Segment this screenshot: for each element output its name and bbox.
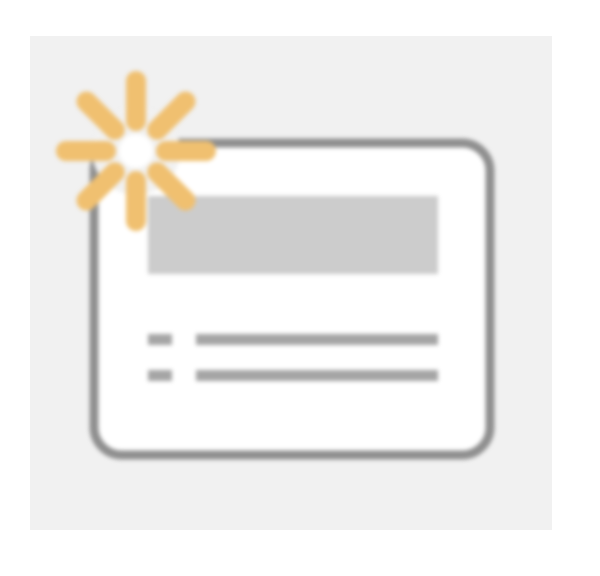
sparkle-center xyxy=(119,134,153,168)
new-card-sparkle-icon xyxy=(56,71,495,460)
bullet-dot-2 xyxy=(148,370,172,381)
list-line-2 xyxy=(196,370,438,381)
sparkle-ray xyxy=(147,91,196,140)
bullet-dot-1 xyxy=(148,334,172,345)
icon-canvas xyxy=(0,0,600,576)
sparkle-icon xyxy=(56,71,216,231)
sparkle-ray xyxy=(76,91,125,140)
list-line-1 xyxy=(196,334,438,345)
